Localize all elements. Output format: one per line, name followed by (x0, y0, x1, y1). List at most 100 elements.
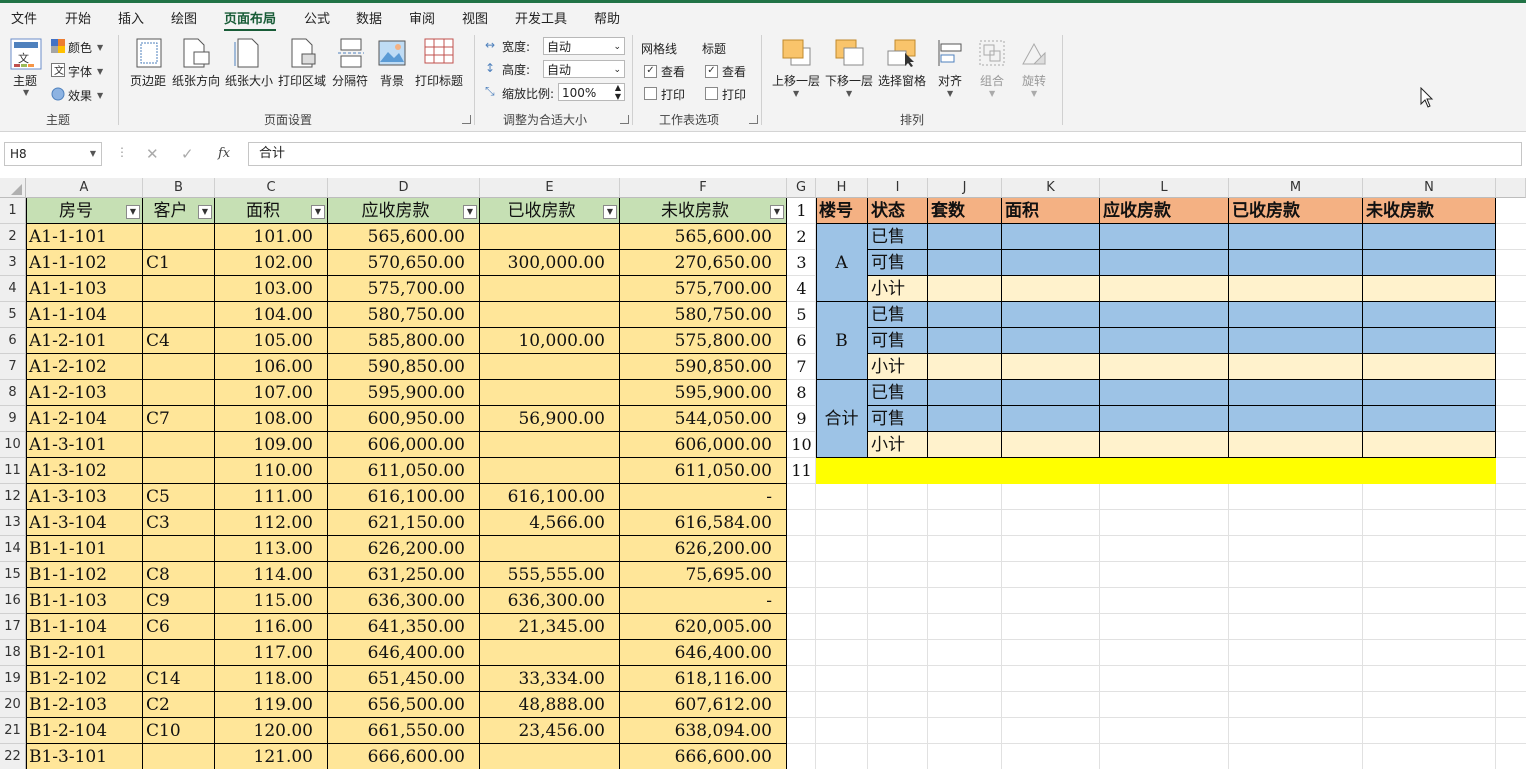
column-header-c[interactable]: C (215, 178, 328, 198)
print-area-button-label[interactable]: 打印区域 (278, 72, 326, 89)
orientation-icon[interactable] (182, 38, 210, 68)
summary-value-cell[interactable] (1002, 250, 1100, 276)
summary-value-cell[interactable] (928, 328, 1002, 354)
tab-view[interactable]: 视图 (462, 8, 488, 27)
formula-input[interactable]: 合计 (248, 142, 1522, 166)
row-header-14[interactable]: 14 (0, 536, 26, 562)
insert-function-icon[interactable]: fx (218, 146, 230, 161)
column-header-d[interactable]: D (328, 178, 480, 198)
group-button-label[interactable]: 组合 (980, 72, 1004, 89)
background-button-label[interactable]: 背景 (380, 72, 404, 89)
summary-value-cell[interactable] (1229, 328, 1363, 354)
column-header-l[interactable]: L (1100, 178, 1229, 198)
summary-value-cell[interactable] (1100, 224, 1229, 250)
summary-value-cell[interactable] (928, 302, 1002, 328)
tab-insert[interactable]: 插入 (118, 8, 144, 27)
summary-value-cell[interactable] (1002, 354, 1100, 380)
summary-value-cell[interactable] (1100, 380, 1229, 406)
row-header-2[interactable]: 2 (0, 224, 26, 250)
rotate-button-label[interactable]: 旋转 (1022, 72, 1046, 89)
summary-value-cell[interactable] (1229, 250, 1363, 276)
tab-formulas[interactable]: 公式 (304, 8, 330, 27)
summary-value-cell[interactable] (928, 354, 1002, 380)
summary-value-cell[interactable] (1002, 276, 1100, 302)
summary-value-cell[interactable] (1363, 224, 1496, 250)
summary-value-cell[interactable] (928, 380, 1002, 406)
summary-value-cell[interactable] (1363, 432, 1496, 458)
tab-review[interactable]: 审阅 (409, 8, 435, 27)
tab-draw[interactable]: 绘图 (171, 8, 197, 27)
column-header-f[interactable]: F (620, 178, 787, 198)
summary-value-cell[interactable] (928, 276, 1002, 302)
row-header-15[interactable]: 15 (0, 562, 26, 588)
summary-value-cell[interactable] (1363, 380, 1496, 406)
row-header-3[interactable]: 3 (0, 250, 26, 276)
paper-size-button-label[interactable]: 纸张大小 (225, 72, 273, 89)
summary-value-cell[interactable] (1229, 432, 1363, 458)
breaks-button-label[interactable]: 分隔符 (332, 72, 368, 89)
summary-value-cell[interactable] (1100, 250, 1229, 276)
summary-value-cell[interactable] (1100, 406, 1229, 432)
column-header-n[interactable]: N (1363, 178, 1496, 198)
tab-home[interactable]: 开始 (65, 8, 91, 27)
filter-dropdown-icon[interactable]: ▼ (463, 205, 477, 219)
summary-value-cell[interactable] (1100, 432, 1229, 458)
row-header-8[interactable]: 8 (0, 380, 26, 406)
filter-dropdown-icon[interactable]: ▼ (603, 205, 617, 219)
enter-icon[interactable]: ✓ (181, 145, 194, 163)
colors-button[interactable]: 颜色 (68, 39, 92, 56)
scale-stepper[interactable]: 100% ▲ ▼ (558, 83, 625, 101)
summary-value-cell[interactable] (928, 224, 1002, 250)
summary-value-cell[interactable] (1363, 328, 1496, 354)
row-header-4[interactable]: 4 (0, 276, 26, 302)
selection-pane-icon[interactable] (887, 39, 917, 67)
print-titles-button-label[interactable]: 打印标题 (415, 72, 463, 89)
height-select[interactable]: 自动 ⌄ (543, 60, 625, 78)
cancel-icon[interactable]: ✕ (146, 145, 159, 163)
row-header-5[interactable]: 5 (0, 302, 26, 328)
background-icon[interactable] (378, 40, 406, 66)
summary-value-cell[interactable] (1002, 406, 1100, 432)
filter-dropdown-icon[interactable]: ▼ (198, 205, 212, 219)
column-header-a[interactable]: A (26, 178, 143, 198)
width-select[interactable]: 自动 ⌄ (543, 37, 625, 55)
paper-size-icon[interactable] (234, 38, 260, 68)
scale-launcher-icon[interactable] (620, 115, 629, 124)
summary-value-cell[interactable] (928, 406, 1002, 432)
column-header-g[interactable]: G (787, 178, 816, 198)
row-header-13[interactable]: 13 (0, 510, 26, 536)
row-header-9[interactable]: 9 (0, 406, 26, 432)
summary-value-cell[interactable] (1229, 354, 1363, 380)
row-header-22[interactable]: 22 (0, 744, 26, 769)
summary-value-cell[interactable] (1100, 354, 1229, 380)
sheet-options-launcher-icon[interactable] (749, 115, 758, 124)
summary-value-cell[interactable] (1229, 302, 1363, 328)
summary-value-cell[interactable] (1363, 354, 1496, 380)
summary-value-cell[interactable] (928, 432, 1002, 458)
summary-value-cell[interactable] (1002, 432, 1100, 458)
bring-forward-icon[interactable] (782, 39, 812, 67)
align-icon[interactable] (936, 39, 964, 67)
send-backward-icon[interactable] (835, 39, 865, 67)
column-header-h[interactable]: H (816, 178, 868, 198)
row-header-16[interactable]: 16 (0, 588, 26, 614)
orientation-button-label[interactable]: 纸张方向 (172, 72, 220, 89)
column-header-b[interactable]: B (143, 178, 215, 198)
summary-value-cell[interactable] (1002, 380, 1100, 406)
column-header-k[interactable]: K (1002, 178, 1100, 198)
themes-button-label[interactable]: 主题 (13, 72, 37, 89)
name-box[interactable]: H8 ▼ (4, 142, 102, 166)
row-header-20[interactable]: 20 (0, 692, 26, 718)
select-all-corner[interactable] (0, 178, 26, 198)
headings-print-checkbox[interactable] (705, 87, 718, 100)
summary-value-cell[interactable] (1363, 276, 1496, 302)
gridlines-print-checkbox[interactable] (644, 87, 657, 100)
column-header-i[interactable]: I (868, 178, 928, 198)
margins-button-label[interactable]: 页边距 (130, 72, 166, 89)
bring-forward-button-label[interactable]: 上移一层 (772, 72, 820, 89)
building-group-cell[interactable]: A (816, 224, 868, 302)
summary-value-cell[interactable] (1363, 250, 1496, 276)
summary-value-cell[interactable] (1229, 224, 1363, 250)
headings-view-checkbox[interactable]: ✓ (705, 65, 718, 78)
summary-value-cell[interactable] (1002, 302, 1100, 328)
